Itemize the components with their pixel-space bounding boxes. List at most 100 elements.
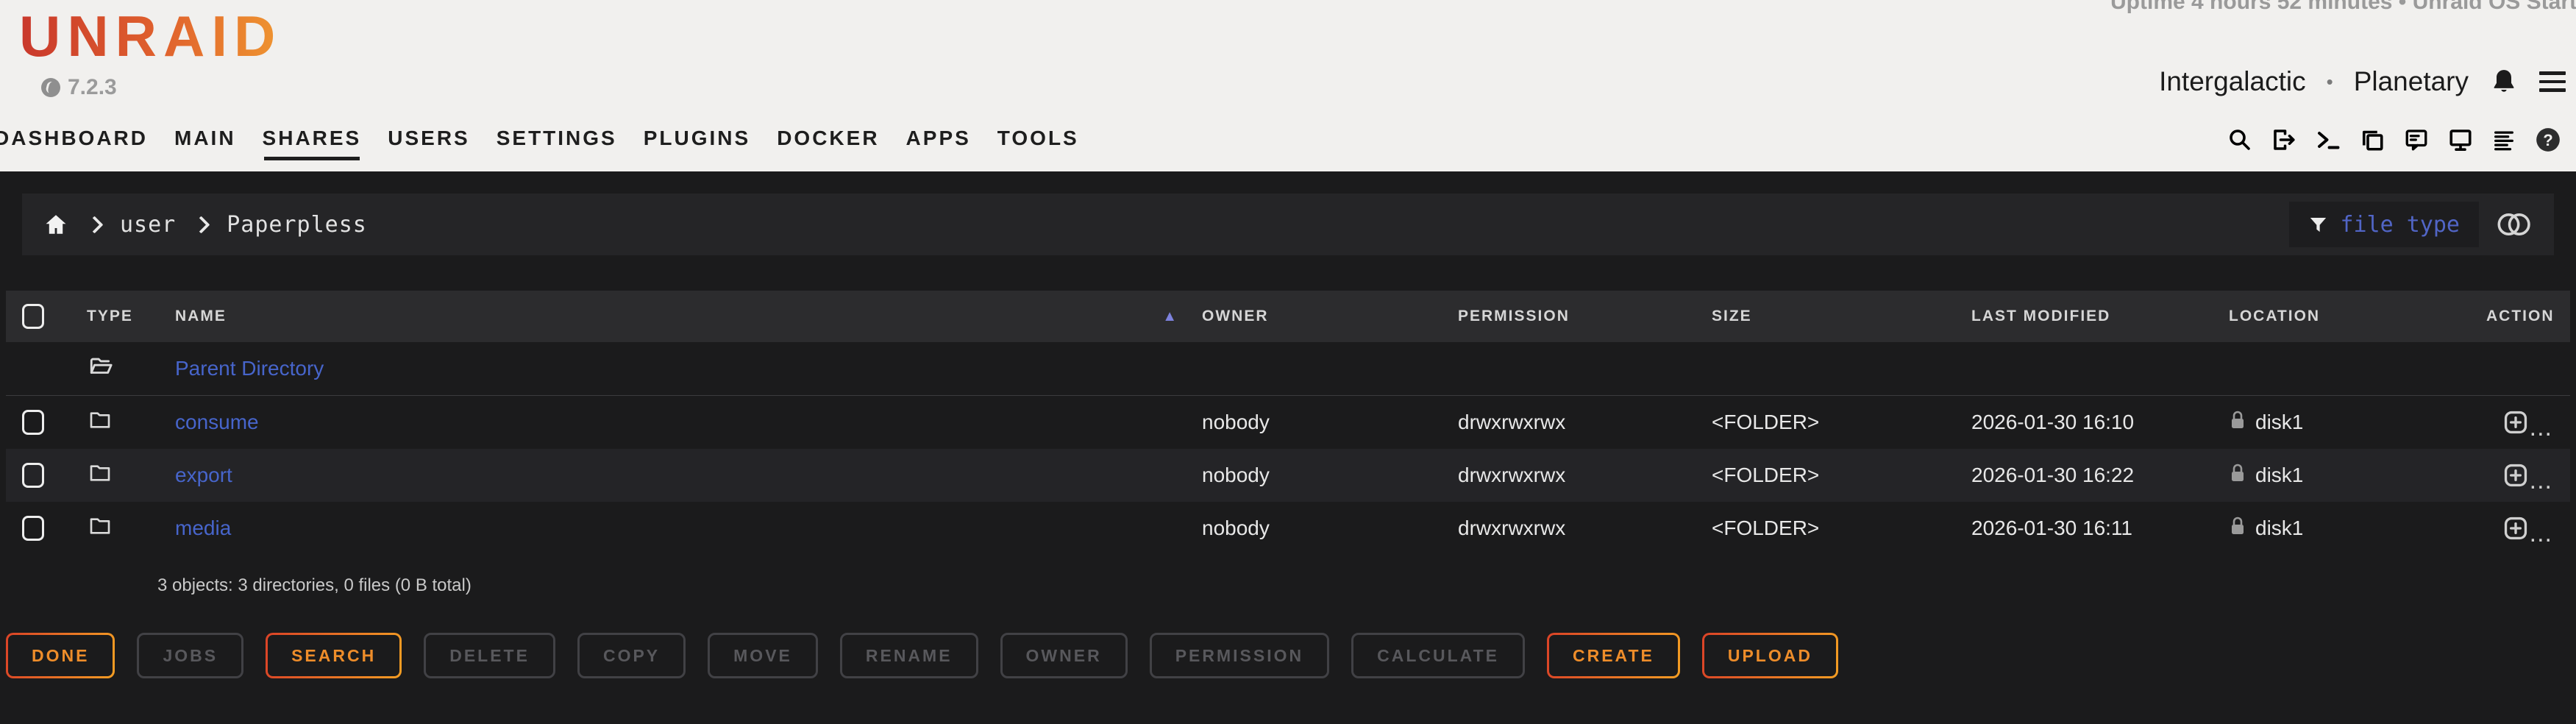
nav-settings[interactable]: SETTINGS — [497, 127, 617, 160]
row-more-dots: ... — [2530, 414, 2552, 442]
unraid-file-manager-page: UNRAID 7.2.3 Uptime 4 hours 52 minutes •… — [0, 0, 2576, 724]
svg-text:?: ? — [2543, 131, 2553, 149]
version-icon — [41, 78, 60, 97]
done-button[interactable]: DONE — [6, 633, 115, 678]
col-permission[interactable]: PERMISSION — [1458, 308, 1712, 325]
row-checkbox[interactable] — [22, 410, 44, 435]
create-button[interactable]: CREATE — [1547, 633, 1680, 678]
col-name[interactable]: NAME ▲ — [157, 308, 1202, 325]
permission-cell: drwxrwxrwx — [1458, 464, 1712, 487]
uptime-status: Uptime 4 hours 52 minutes • Unraid OS St… — [2110, 0, 2576, 15]
permission-button: PERMISSION — [1150, 633, 1329, 678]
home-icon[interactable] — [43, 212, 69, 237]
search-icon[interactable] — [2227, 127, 2253, 153]
server-description: Planetary — [2354, 66, 2469, 97]
search-button[interactable]: SEARCH — [266, 633, 402, 678]
upload-button[interactable]: UPLOAD — [1702, 633, 1838, 678]
top-header: UNRAID 7.2.3 Uptime 4 hours 52 minutes •… — [0, 0, 2576, 171]
folder-icon — [87, 461, 113, 490]
file-name-link[interactable]: consume — [175, 411, 259, 434]
row-more-dots: ... — [2530, 519, 2552, 548]
col-type[interactable]: TYPE — [71, 308, 157, 325]
file-type-filter[interactable]: file type — [2289, 202, 2479, 247]
copy-button: COPY — [577, 633, 686, 678]
row-checkbox[interactable] — [22, 516, 44, 541]
col-location[interactable]: LOCATION — [2229, 308, 2486, 325]
table-row: media nobody drwxrwxrwx <FOLDER> 2026-01… — [6, 502, 2570, 555]
nav-main[interactable]: MAIN — [174, 127, 236, 160]
lock-icon — [2229, 463, 2246, 489]
funnel-icon — [2308, 215, 2328, 235]
sign-out-icon[interactable] — [2271, 127, 2297, 153]
server-name: Intergalactic — [2159, 66, 2306, 97]
copy-icon[interactable] — [2359, 127, 2385, 153]
nav-apps[interactable]: APPS — [906, 127, 971, 160]
feedback-icon[interactable] — [2403, 127, 2430, 153]
nav-docker[interactable]: DOCKER — [777, 127, 879, 160]
sort-asc-icon[interactable]: ▲ — [1162, 308, 1178, 325]
monitor-icon[interactable] — [2447, 127, 2474, 153]
delete-button: DELETE — [424, 633, 555, 678]
size-cell: <FOLDER> — [1712, 464, 1971, 487]
file-table: TYPE NAME ▲ OWNER PERMISSION SIZE LAST M… — [6, 291, 2570, 596]
select-all-checkbox[interactable] — [22, 304, 44, 329]
folder-icon — [87, 514, 113, 543]
breadcrumb-user[interactable]: user — [120, 212, 176, 238]
file-name-link[interactable]: media — [175, 517, 231, 540]
breadcrumb: user Paperpless — [43, 212, 367, 238]
chevron-right-icon — [85, 216, 103, 233]
notifications-bell-icon[interactable] — [2489, 66, 2519, 97]
location-cell: disk1 — [2255, 464, 2303, 487]
version-number: 7.2.3 — [68, 75, 117, 100]
terminal-icon[interactable] — [2315, 127, 2341, 153]
row-actions-icon[interactable] — [2502, 408, 2530, 436]
owner-cell: nobody — [1202, 411, 1458, 434]
row-actions-icon[interactable] — [2502, 461, 2530, 489]
row-more-dots: ... — [2530, 466, 2552, 495]
nav-users[interactable]: USERS — [388, 127, 469, 160]
lock-icon — [2229, 410, 2246, 436]
unraid-logo[interactable]: UNRAID — [19, 3, 282, 70]
size-cell: <FOLDER> — [1712, 517, 1971, 540]
owner-cell: nobody — [1202, 464, 1458, 487]
header-toolbar: ? — [2227, 126, 2562, 154]
action-button-row: DONE JOBS SEARCH DELETE COPY MOVE RENAME… — [6, 633, 1838, 678]
col-last-modified[interactable]: LAST MODIFIED — [1971, 308, 2229, 325]
help-icon[interactable]: ? — [2534, 126, 2562, 154]
nav-tools[interactable]: TOOLS — [997, 127, 1079, 160]
server-identity: Intergalactic • Planetary — [2159, 66, 2566, 97]
table-row: consume nobody drwxrwxrwx <FOLDER> 2026-… — [6, 396, 2570, 449]
chevron-right-icon — [193, 216, 210, 233]
menu-hamburger-icon[interactable] — [2539, 71, 2566, 92]
owner-button: OWNER — [1000, 633, 1128, 678]
folder-icon — [87, 408, 113, 437]
file-name-link[interactable]: export — [175, 464, 232, 487]
breadcrumb-bar-right: file type — [2289, 202, 2533, 247]
file-manager-content: user Paperpless file type — [0, 171, 2576, 724]
row-checkbox[interactable] — [22, 463, 44, 488]
permission-cell: drwxrwxrwx — [1458, 411, 1712, 434]
col-action: ACTION — [2486, 308, 2572, 325]
modified-cell: 2026-01-30 16:11 — [1971, 517, 2229, 540]
log-icon[interactable] — [2491, 127, 2516, 153]
permission-cell: drwxrwxrwx — [1458, 517, 1712, 540]
location-cell: disk1 — [2255, 517, 2303, 540]
owner-cell: nobody — [1202, 517, 1458, 540]
col-size[interactable]: SIZE — [1712, 308, 1971, 325]
separator-dot: • — [2327, 71, 2333, 93]
nav-shares[interactable]: SHARES — [263, 127, 362, 160]
modified-cell: 2026-01-30 16:22 — [1971, 464, 2229, 487]
view-toggle-icon[interactable] — [2495, 211, 2533, 238]
nav-dashboard[interactable]: DASHBOARD — [0, 127, 148, 160]
parent-directory-link[interactable]: Parent Directory — [175, 357, 324, 380]
nav-plugins[interactable]: PLUGINS — [644, 127, 750, 160]
filter-label: file type — [2340, 212, 2460, 238]
open-folder-icon — [87, 354, 115, 384]
modified-cell: 2026-01-30 16:10 — [1971, 411, 2229, 434]
row-actions-icon[interactable] — [2502, 514, 2530, 542]
rename-button: RENAME — [840, 633, 978, 678]
table-row: export nobody drwxrwxrwx <FOLDER> 2026-0… — [6, 449, 2570, 502]
main-navigation: DASHBOARD MAIN SHARES USERS SETTINGS PLU… — [0, 127, 1079, 160]
col-owner[interactable]: OWNER — [1202, 308, 1458, 325]
location-cell: disk1 — [2255, 411, 2303, 434]
